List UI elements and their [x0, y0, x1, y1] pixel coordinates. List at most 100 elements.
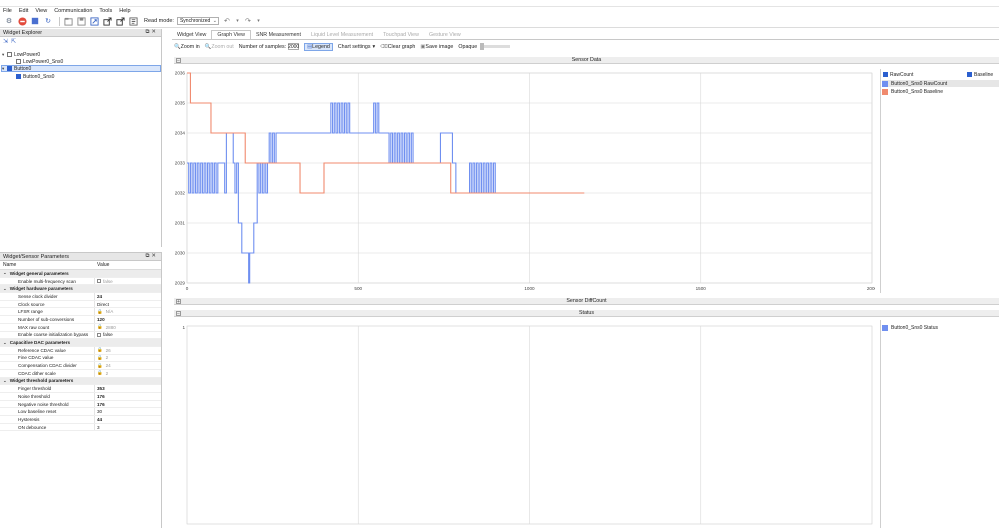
parameter-row[interactable]: Fine CDAC value 🔒 2	[0, 354, 161, 363]
tree-checkbox[interactable]	[16, 59, 21, 64]
menu-communication[interactable]: Communication	[54, 8, 92, 14]
dropdown-arrow-icon[interactable]: ▾	[256, 16, 261, 26]
parameter-value[interactable]: 🔒 2880	[95, 324, 116, 330]
parameter-value[interactable]: 🔒 2	[95, 370, 108, 376]
panel-float-close-icon[interactable]: ⧉✕	[145, 29, 158, 36]
parameter-value[interactable]: 🔒 N/A	[95, 309, 113, 315]
legend-toggle-button[interactable]: ▤ Legend	[304, 42, 333, 51]
chevron-down-icon[interactable]: ⌄	[3, 378, 7, 384]
tab-gesture-view[interactable]: Gesture View	[424, 30, 466, 39]
sensor-data-header[interactable]: − Sensor Data	[174, 57, 999, 64]
parameter-value[interactable]: 30	[95, 409, 102, 414]
parameter-row[interactable]: Low baseline reset 30	[0, 408, 161, 417]
rawcount-toggle[interactable]: RawCount	[883, 71, 913, 78]
chevron-down-icon[interactable]: ⌄	[3, 270, 7, 276]
parameter-value[interactable]: false	[95, 332, 113, 337]
value-checkbox[interactable]	[97, 332, 101, 337]
parameter-row[interactable]: Clock source Direct	[0, 300, 161, 309]
tree-checkbox[interactable]	[7, 52, 12, 57]
parameter-row[interactable]: Negative noise threshold 176	[0, 400, 161, 409]
parameter-value[interactable]: false	[95, 279, 113, 284]
export-file-icon[interactable]	[115, 16, 125, 26]
redo-icon[interactable]: ↷	[243, 16, 253, 26]
stop-icon[interactable]	[17, 16, 27, 26]
parameter-value[interactable]: 🔒 26	[95, 347, 111, 353]
save-icon[interactable]	[76, 16, 86, 26]
menu-file[interactable]: File	[3, 8, 12, 14]
parameter-row[interactable]: Number of sub-conversions 120	[0, 316, 161, 324]
save-image-button[interactable]: ▣ Save image	[420, 44, 453, 50]
sensor-diffcount-header[interactable]: + Sensor DiffCount	[174, 298, 999, 305]
parameter-row[interactable]: Compensation CDAC divider 🔒 24	[0, 362, 161, 370]
tab-snr-measurement[interactable]: SNR Measurement	[251, 30, 306, 39]
tree-item-lowpower0-sns0[interactable]: LowPower0_Sns0	[16, 58, 63, 65]
tab-liquid-level-measurement[interactable]: Liquid Level Measurement	[306, 30, 378, 39]
zoom-in-button[interactable]: 🔍 Zoom in	[174, 44, 200, 50]
tree-item-button0-sns0[interactable]: Button0_Sns0	[16, 73, 54, 80]
parameter-row[interactable]: Noise threshold 176	[0, 393, 161, 401]
tree-checkbox[interactable]	[7, 66, 12, 71]
open-icon[interactable]	[63, 16, 73, 26]
slider-thumb[interactable]	[480, 43, 485, 50]
parameter-row[interactable]: Hysteresis 44	[0, 416, 161, 424]
opaque-slider[interactable]	[480, 43, 511, 50]
settings-icon[interactable]: ⚙	[4, 16, 14, 26]
rawcount-checkbox[interactable]	[883, 72, 888, 77]
tree-item-button0[interactable]: ▾ Button0	[1, 65, 161, 72]
baseline-toggle[interactable]: Baseline	[967, 71, 993, 78]
refresh-icon[interactable]: ↻	[43, 16, 53, 26]
collapse-all-icon[interactable]: ⇱	[11, 38, 16, 45]
parameter-row[interactable]: Sense clock divider 24	[0, 293, 161, 301]
baseline-checkbox[interactable]	[967, 72, 972, 77]
parameter-row[interactable]: Enable coarse initialization bypass false	[0, 331, 161, 340]
tree-checkbox[interactable]	[16, 74, 21, 79]
parameter-value[interactable]: 120	[95, 317, 105, 322]
expand-all-icon[interactable]: ⇲	[3, 38, 8, 45]
status-header[interactable]: − Status	[174, 310, 999, 317]
parameter-group[interactable]: ⌄ Widget threshold parameters	[0, 377, 161, 386]
menu-view[interactable]: View	[35, 8, 47, 14]
tab-graph-view[interactable]: Graph View	[211, 30, 251, 39]
menu-edit[interactable]: Edit	[19, 8, 28, 14]
parameter-value[interactable]: 3	[95, 425, 100, 430]
tab-touchpad-view[interactable]: Touchpad View	[378, 30, 424, 39]
value-checkbox[interactable]	[97, 279, 101, 284]
parameter-group[interactable]: ⌄ Widget general parameters	[0, 270, 161, 278]
parameter-group[interactable]: ⌄ Widget hardware parameters	[0, 285, 161, 294]
parameter-value[interactable]: 176	[95, 402, 105, 407]
chevron-down-icon[interactable]: ⌄	[3, 286, 7, 292]
dropdown-arrow-icon[interactable]: ▾	[235, 16, 240, 26]
parameter-row[interactable]: MAX raw count 🔒 2880	[0, 323, 161, 332]
parameter-row[interactable]: ON debounce 3	[0, 423, 161, 432]
parameter-value[interactable]: 🔒 24	[95, 363, 111, 369]
parameter-row[interactable]: Reference CDAC value 🔒 26	[0, 346, 161, 355]
parameter-row[interactable]: CDAC dither scale 🔒 2	[0, 369, 161, 378]
legend-entry-rawcount[interactable]: Button0_Sns0 RawCount	[882, 80, 999, 87]
samples-input[interactable]: 2000	[288, 43, 299, 50]
parameter-value[interactable]: 44	[95, 417, 102, 422]
pause-icon[interactable]	[30, 16, 40, 26]
panel-float-close-icon[interactable]: ⧉✕	[145, 253, 158, 260]
parameter-row[interactable]: Finger threshold 353	[0, 385, 161, 393]
tree-item-lowpower0[interactable]: ▾ LowPower0	[2, 51, 40, 58]
read-mode-select[interactable]: Synchronized ⌄	[176, 17, 219, 25]
parameter-value[interactable]: 176	[95, 394, 105, 399]
parameter-row[interactable]: LFSR range 🔒 N/A	[0, 308, 161, 317]
chevron-down-icon[interactable]: ⌄	[3, 340, 7, 346]
parameter-group[interactable]: ⌄ Capacitive DAC parameters	[0, 339, 161, 347]
menu-help[interactable]: Help	[119, 8, 130, 14]
parameter-value[interactable]: 🔒 2	[95, 355, 108, 361]
parameter-value[interactable]: 24	[95, 294, 102, 299]
parameter-value[interactable]: Direct	[95, 302, 109, 307]
zoom-out-button[interactable]: 🔍 Zoom out	[205, 44, 234, 50]
clear-graph-button[interactable]: ⌫ Clear graph	[380, 44, 415, 50]
parameter-value[interactable]: 353	[95, 386, 105, 391]
log-icon[interactable]	[128, 16, 138, 26]
undo-icon[interactable]: ↶	[222, 16, 232, 26]
chart-settings-button[interactable]: Chart settings ▾	[338, 44, 375, 50]
parameter-row[interactable]: Enable multi-frequency scan false	[0, 277, 161, 286]
tab-widget-view[interactable]: Widget View	[172, 30, 211, 39]
menu-tools[interactable]: Tools	[99, 8, 112, 14]
import-icon[interactable]	[102, 16, 112, 26]
legend-entry-status[interactable]: Button0_Sns0 Status	[882, 324, 938, 331]
